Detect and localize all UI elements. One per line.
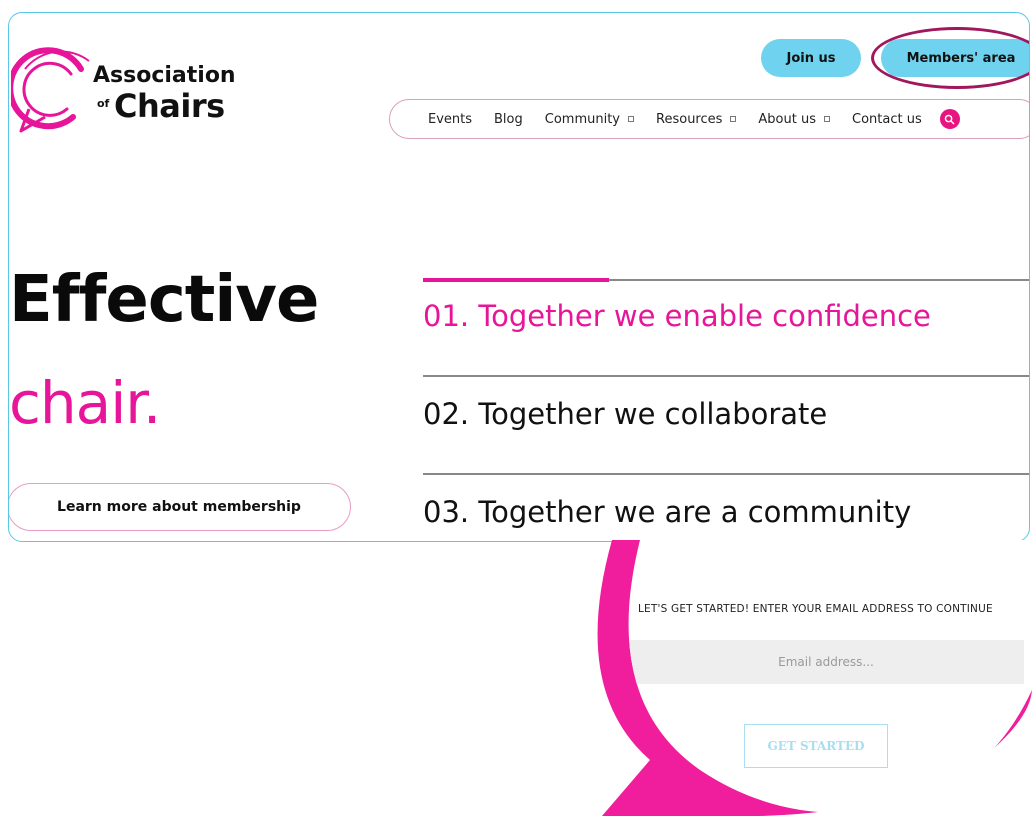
step-item-3[interactable]: 03. Together we are a community [423, 495, 911, 529]
dropdown-caret-icon [824, 116, 830, 122]
step-item-2[interactable]: 02. Together we collaborate [423, 397, 827, 431]
website-screenshot: Association of Chairs Join us Members' a… [8, 12, 1030, 542]
nav-item-about-us[interactable]: About us [758, 112, 830, 127]
nav-item-label: Community [544, 111, 621, 127]
active-step-indicator [423, 278, 609, 282]
zoomed-form: LET'S GET STARTED! ENTER YOUR EMAIL ADDR… [628, 540, 1032, 816]
nav-item-blog[interactable]: Blog [494, 112, 523, 127]
search-button[interactable] [939, 109, 960, 129]
nav-item-label: Contact us [852, 111, 922, 127]
dropdown-caret-icon [628, 116, 635, 122]
step-divider [423, 375, 1029, 377]
email-field[interactable] [628, 640, 1024, 684]
get-started-button[interactable]: GET STARTED [744, 724, 888, 768]
main-nav: Events Blog Community Resources About us… [389, 99, 1029, 139]
nav-item-label: Events [428, 111, 473, 127]
hero-title: Effective [9, 263, 319, 337]
logo-text-association: Association [93, 63, 236, 88]
join-us-button[interactable]: Join us [761, 39, 861, 77]
step-divider [423, 278, 1029, 282]
form-heading: LET'S GET STARTED! ENTER YOUR EMAIL ADDR… [638, 603, 993, 615]
nav-item-events[interactable]: Events [428, 112, 472, 127]
nav-item-resources[interactable]: Resources [656, 111, 737, 127]
nav-item-label: Blog [494, 111, 523, 127]
nav-item-community[interactable]: Community [544, 111, 635, 127]
step-divider [423, 473, 1029, 475]
nav-item-label: Resources [656, 111, 723, 127]
hero-subtitle: chair. [9, 369, 161, 437]
association-of-chairs-logo[interactable]: Association of Chairs [11, 39, 281, 149]
speech-bubble-logo-icon [11, 47, 90, 133]
step-item-1[interactable]: 01. Together we enable confidence [423, 299, 931, 333]
nav-item-label: About us [758, 111, 816, 127]
logo-text-of: of [97, 97, 110, 110]
search-icon [944, 114, 955, 124]
highlight-ring [871, 27, 1029, 89]
nav-item-contact-us[interactable]: Contact us [852, 112, 922, 127]
dropdown-caret-icon [730, 116, 737, 122]
logo-text-chairs: Chairs [114, 87, 225, 125]
learn-more-button[interactable]: Learn more about membership [9, 483, 351, 531]
